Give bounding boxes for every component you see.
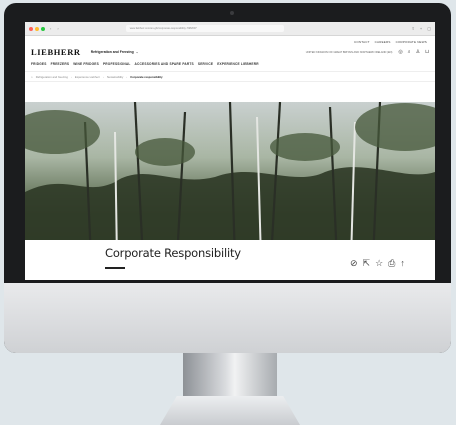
- nav-item-fridges[interactable]: FRIDGES: [31, 62, 47, 66]
- breadcrumb-separator: ›: [102, 74, 104, 79]
- main-nav: FRIDGES FREEZERS WINE FRIDGES PROFESSION…: [25, 60, 435, 68]
- close-button[interactable]: [29, 26, 33, 31]
- chevron-down-icon: ⌄: [135, 50, 139, 54]
- breadcrumb: ⌂ Refrigeration and freezing › Experienc…: [25, 71, 435, 82]
- breadcrumb-separator: ›: [126, 74, 128, 79]
- title-underline: [105, 267, 125, 269]
- breadcrumb-item[interactable]: Refrigeration and freezing: [36, 75, 68, 79]
- page-title: Corporate Responsibility: [105, 246, 241, 260]
- utility-nav: CONTACT CAREERS CORPORATE NEWS: [25, 36, 435, 44]
- address-bar[interactable]: www.liebherr.com/en-gbr/corporate-respon…: [125, 25, 284, 32]
- user-icon[interactable]: ♙: [416, 49, 420, 55]
- page-actions: ⊘ ⇱ ☆ ⎙ ↑: [350, 258, 405, 269]
- division-selector[interactable]: Refrigeration and Freezing ⌄: [91, 50, 139, 54]
- share-icon[interactable]: ⇱: [363, 258, 371, 269]
- nav-item-professional[interactable]: PROFESSIONAL: [103, 62, 131, 66]
- nav-item-service[interactable]: SERVICE: [198, 62, 213, 66]
- forest-image: [25, 102, 435, 260]
- nav-item-freezers[interactable]: FREEZERS: [51, 62, 70, 66]
- location-selector[interactable]: UNITED KINGDOM OF GREAT BRITAIN AND NORT…: [306, 51, 393, 54]
- logo[interactable]: LIEBHERR: [31, 47, 81, 57]
- new-tab-icon[interactable]: +: [420, 26, 422, 31]
- cart-icon[interactable]: ⊔: [425, 49, 429, 55]
- nav-item-accessories[interactable]: ACCESSORIES AND SPARE PARTS: [135, 62, 194, 66]
- nav-item-experience[interactable]: EXPERIENCE LIEBHERR: [217, 62, 259, 66]
- monitor-foot: [160, 396, 300, 425]
- bookmark-icon[interactable]: ☆: [375, 258, 383, 269]
- forward-icon[interactable]: ›: [57, 26, 58, 31]
- search-icon[interactable]: ⌕: [408, 49, 411, 55]
- breadcrumb-separator: ›: [70, 74, 72, 79]
- nav-item-wine-fridges[interactable]: WINE FRIDGES: [73, 62, 99, 66]
- zoom-button[interactable]: [41, 26, 45, 31]
- share-browser-icon[interactable]: ⇪: [412, 26, 415, 31]
- screen: ‹ › www.liebherr.com/en-gbr/corporate-re…: [25, 22, 435, 280]
- hero-image: [25, 102, 435, 260]
- browser-toolbar: ‹ › www.liebherr.com/en-gbr/corporate-re…: [25, 22, 435, 36]
- division-label: Refrigeration and Freezing: [90, 50, 134, 54]
- utility-link-contact[interactable]: CONTACT: [354, 40, 370, 44]
- compare-icon[interactable]: ⊘: [350, 258, 358, 269]
- url-text: www.liebherr.com/en-gbr/corporate-respon…: [129, 27, 197, 30]
- utility-link-news[interactable]: CORPORATE NEWS: [396, 40, 427, 44]
- globe-icon[interactable]: ◎: [398, 49, 402, 55]
- minimize-button[interactable]: [35, 26, 39, 31]
- breadcrumb-current: Corporate responsibility: [130, 74, 163, 79]
- brand-header: LIEBHERR Refrigeration and Freezing ⌄ UNI…: [25, 44, 435, 60]
- utility-link-careers[interactable]: CAREERS: [375, 40, 391, 44]
- back-icon[interactable]: ‹: [50, 26, 51, 31]
- tabs-icon[interactable]: ▢: [427, 26, 431, 31]
- camera: [230, 11, 234, 15]
- home-icon[interactable]: ⌂: [31, 75, 33, 79]
- print-icon[interactable]: ⎙: [388, 258, 395, 269]
- breadcrumb-item[interactable]: Sustainability: [107, 75, 123, 79]
- breadcrumb-item[interactable]: Experience Liebherr: [75, 75, 100, 79]
- scroll-up-icon[interactable]: ↑: [400, 258, 405, 269]
- monitor-chin: [4, 283, 451, 353]
